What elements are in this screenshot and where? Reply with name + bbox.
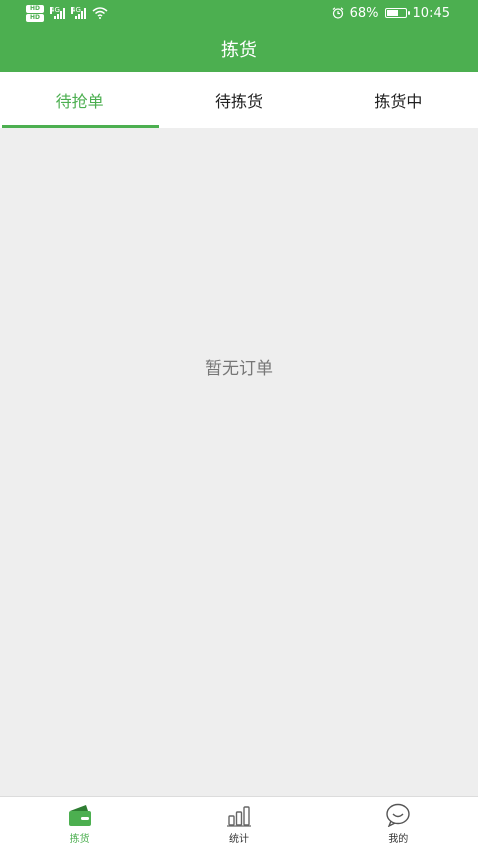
tab-picking[interactable]: 拣货中 (319, 72, 478, 128)
network-type-2: 4G (71, 6, 81, 14)
tab-pending-pick[interactable]: 待拣货 (159, 72, 318, 128)
nav-item-mine[interactable]: 我的 (319, 797, 478, 850)
order-list-area[interactable]: 暂无订单 (0, 128, 478, 796)
bar-chart-icon (226, 805, 251, 827)
nav-label-picking: 拣货 (69, 833, 90, 845)
signal-icon-2: 4G (71, 7, 86, 19)
nav-label-mine: 我的 (388, 833, 409, 845)
hd-icon: HD HD (26, 4, 44, 22)
status-bar-right: 68% 10:45 (332, 6, 450, 21)
sim1-hd-badge: HD (26, 4, 44, 13)
battery-percent: 68% (349, 5, 379, 21)
nav-label-statistics: 统计 (228, 833, 249, 845)
nav-item-picking[interactable]: 拣货 (0, 797, 159, 850)
network-type-1: 4G (50, 6, 60, 14)
battery-icon (384, 8, 410, 18)
empty-state-text: 暂无订单 (205, 359, 273, 379)
status-bar-left: HD HD 4G 4G (26, 4, 108, 22)
nav-item-statistics[interactable]: 统计 (159, 797, 318, 850)
bottom-nav: 拣货 统计 我的 (0, 796, 478, 850)
tab-bar: 待抢单 待拣货 拣货中 (0, 72, 478, 128)
signal-icon: 4G (50, 7, 65, 19)
status-time: 10:45 (412, 5, 450, 21)
app-root: HD HD 4G 4G 68% 10:45 拣货 待抢单 待拣货 拣货中 暂无订… (0, 0, 478, 850)
alarm-icon (332, 7, 344, 19)
wallet-icon (68, 804, 91, 826)
tab-pending-grab[interactable]: 待抢单 (0, 72, 160, 128)
sim2-hd-badge: HD (26, 13, 44, 22)
status-bar: HD HD 4G 4G 68% 10:45 (0, 0, 478, 26)
app-header: HD HD 4G 4G 68% 10:45 拣货 (0, 0, 478, 72)
page-title: 拣货 (221, 40, 257, 61)
wifi-icon (92, 7, 108, 19)
smiley-profile-icon (386, 803, 411, 827)
